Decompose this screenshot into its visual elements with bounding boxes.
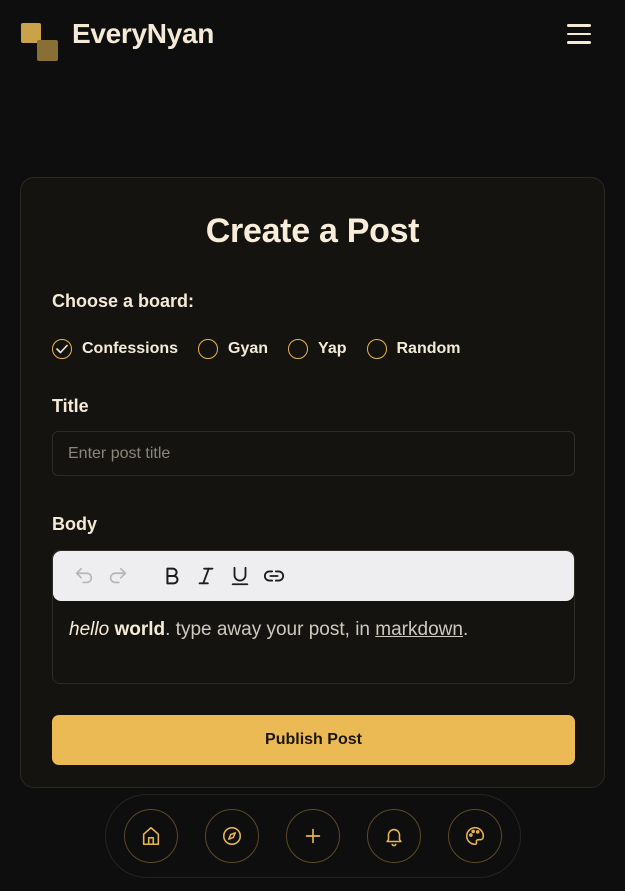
radio-yap[interactable]: Yap: [288, 339, 347, 359]
title-field-wrapper: [52, 431, 575, 476]
redo-icon[interactable]: [105, 563, 131, 589]
title-label: Title: [52, 396, 89, 416]
bottom-nav: [105, 794, 521, 878]
editor-toolbar: [53, 551, 574, 601]
radio-unchecked-icon: [198, 339, 219, 359]
board-label: Choose a board:: [52, 291, 195, 311]
radio-checked-icon: [52, 339, 72, 359]
hamburger-menu-icon[interactable]: [567, 20, 595, 48]
app-header: EveryNyan: [0, 0, 625, 64]
editor-text: . type away your post, in: [165, 619, 376, 640]
page-title: Create a Post: [205, 212, 420, 250]
undo-icon[interactable]: [71, 563, 97, 589]
radio-label: Gyan: [228, 340, 269, 357]
editor-content[interactable]: hello world. type away your post, in mar…: [53, 601, 574, 659]
radio-confessions[interactable]: Confessions: [52, 339, 178, 359]
radio-label: Yap: [318, 340, 347, 357]
compass-icon[interactable]: [205, 809, 259, 863]
board-radio-group: Confessions Gyan Yap Random: [52, 339, 573, 359]
link-icon[interactable]: [261, 563, 287, 589]
palette-icon[interactable]: [448, 809, 502, 863]
publish-button[interactable]: Publish Post: [52, 715, 575, 765]
radio-unchecked-icon: [288, 339, 309, 359]
plus-icon[interactable]: [286, 809, 340, 863]
title-input[interactable]: [68, 444, 559, 463]
create-post-card: Create a Post Choose a board: Confession…: [20, 177, 605, 788]
radio-label: Confessions: [82, 340, 179, 357]
radio-unchecked-icon: [366, 339, 387, 359]
radio-random[interactable]: Random: [366, 339, 461, 359]
brand-name: EveryNyan: [72, 18, 215, 49]
editor-underline-text: markdown: [375, 619, 463, 640]
radio-label: Random: [396, 340, 461, 357]
brand[interactable]: EveryNyan: [20, 12, 215, 61]
italic-icon[interactable]: [193, 563, 219, 589]
logo-icon: [20, 12, 60, 61]
editor-italic-text: hello: [69, 619, 110, 640]
underline-icon[interactable]: [227, 563, 253, 589]
body-label: Body: [52, 514, 97, 534]
home-icon[interactable]: [124, 809, 178, 863]
editor-text-end: .: [462, 619, 469, 640]
bold-icon[interactable]: [159, 563, 185, 589]
editor-bold-text: world: [114, 619, 166, 640]
body-editor: hello world. type away your post, in mar…: [52, 550, 575, 684]
radio-gyan[interactable]: Gyan: [198, 339, 268, 359]
bell-icon[interactable]: [367, 809, 421, 863]
